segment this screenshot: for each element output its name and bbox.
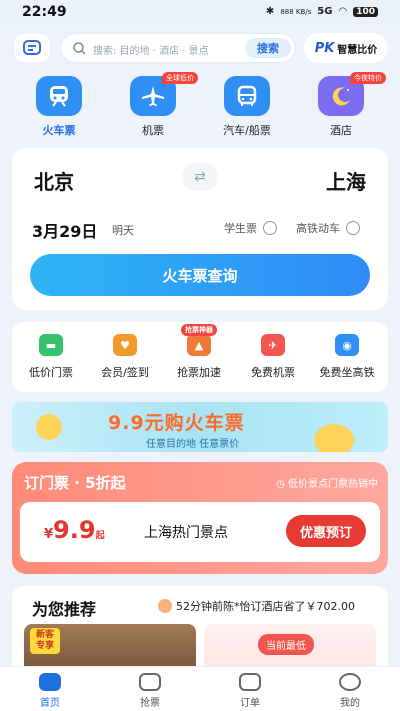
from-city[interactable]: 北京 (34, 166, 74, 195)
status-icons: ✱ 888 KB/s 5G ◠ 100 (266, 6, 378, 17)
train-query-button[interactable]: 火车票查询 (30, 254, 370, 296)
nav-home-label: 首页 (40, 698, 60, 709)
pk-logo: PK (314, 40, 335, 56)
nav-home[interactable]: 首页 (0, 673, 100, 709)
student-ticket-box (263, 221, 277, 235)
rail-icon: ◉ (335, 334, 359, 356)
highspeed-label: 高铁动车 (296, 222, 340, 235)
ticket-price: ¥9.9起 (44, 516, 105, 544)
service-badge: 抢票神器 (181, 324, 217, 336)
price-value: 9.9 (53, 516, 96, 544)
search-placeholder: 搜索: 目的地 · 酒店 · 景点 (93, 46, 209, 57)
smile-icon (36, 414, 62, 440)
lowest-price-tag: 当前最低 (258, 634, 314, 655)
tab-flight-badge: 全球低价 (162, 72, 198, 84)
bluetooth-icon: ✱ (265, 6, 275, 17)
nav-orders-label: 订单 (240, 698, 260, 709)
profile-icon (339, 673, 361, 691)
status-bar: 22:49 ✱ 888 KB/s 5G ◠ 100 (0, 0, 400, 26)
network-type: 5G (317, 6, 333, 17)
tab-bus-ship-label: 汽车/船票 (223, 124, 271, 137)
services-row: ▬ 低价门票 ♥ 会员/签到 ▲ 抢票神器 抢票加速 ✈ 免费机票 ◉ 免费坐高铁 (12, 322, 388, 392)
nav-grab-label: 抢票 (140, 698, 160, 709)
search-button[interactable]: 搜索 (245, 38, 291, 58)
smile-mascot-icon (314, 424, 354, 452)
tab-flight-label: 机票 (142, 124, 164, 137)
tab-hotel[interactable]: 今夜特价 酒店 (306, 72, 386, 138)
ticket-speed-icon: ▲ 抢票神器 (181, 324, 217, 356)
swap-icon: ⇄ (194, 169, 206, 185)
chat-icon (23, 40, 41, 55)
ticket-icon: ▬ (39, 334, 63, 356)
train-booking-card: 北京 ⇄ 上海 3月29日 明天 学生票 高铁动车 火车票查询 (12, 148, 388, 310)
tab-hotel-label: 酒店 (330, 124, 352, 137)
tab-train[interactable]: 火车票 (24, 76, 94, 138)
departure-date[interactable]: 3月29日 (32, 218, 97, 242)
service-label: 免费坐高铁 (319, 366, 375, 379)
recommend-notice-text: 52分钟前陈*怡订酒店省了￥702.00 (176, 600, 355, 613)
service-label: 免费机票 (251, 366, 295, 379)
service-cheap-tickets[interactable]: ▬ 低价门票 (16, 330, 86, 380)
lightning-icon (139, 673, 161, 691)
swap-cities-button[interactable]: ⇄ (182, 163, 218, 191)
tab-hotel-badge: 今夜特价 (350, 72, 386, 84)
price-currency: ¥ (44, 527, 54, 542)
price-compare-button[interactable]: PK 智慧比价 (304, 33, 388, 63)
price-suffix: 起 (95, 531, 105, 541)
highspeed-box (346, 221, 360, 235)
service-grab-ticket[interactable]: ▲ 抢票神器 抢票加速 (164, 324, 234, 380)
bus-icon (224, 76, 270, 116)
nav-orders[interactable]: 订单 (200, 673, 300, 709)
departure-day: 明天 (112, 224, 134, 237)
status-time: 22:49 (22, 4, 67, 20)
ticket-hot-label: 低价景点门票热销中 (288, 479, 378, 490)
promo-banner[interactable]: 9.9元购火车票 任意目的地 任意票价 (12, 402, 388, 452)
battery-indicator: 100 (353, 6, 378, 17)
nav-mine[interactable]: 我的 (300, 673, 400, 709)
tab-flight[interactable]: 全球低价 机票 (118, 72, 198, 138)
service-free-rail[interactable]: ◉ 免费坐高铁 (312, 330, 382, 380)
student-ticket-label: 学生票 (224, 222, 257, 235)
network-speed: 888 KB/s (280, 7, 312, 16)
bottom-nav: 首页 抢票 订单 我的 (0, 666, 400, 711)
tab-bus-ship[interactable]: 汽车/船票 (212, 76, 282, 138)
train-icon (36, 76, 82, 116)
service-label: 低价门票 (29, 366, 73, 379)
ticket-hot-text: ◷ 低价景点门票热销中 (276, 475, 378, 490)
book-discount-button[interactable]: 优惠预订 (286, 515, 366, 547)
nav-mine-label: 我的 (340, 698, 360, 709)
search-bar[interactable]: 搜索: 目的地 · 酒店 · 景点 搜索 (60, 33, 296, 63)
banner-subtitle: 任意目的地 任意票价 (146, 439, 240, 450)
attraction-ticket-card[interactable]: 订门票 · 5折起 ◷ 低价景点门票热销中 ¥9.9起 上海热门景点 优惠预订 (12, 462, 388, 574)
ticket-place: 上海热门景点 (144, 525, 228, 541)
order-icon (239, 673, 261, 691)
plane-icon: ✈ (261, 334, 285, 356)
banner-title: 9.9元购火车票 (108, 412, 245, 434)
price-compare-label: 智慧比价 (337, 44, 378, 56)
plane-icon: 全球低价 (130, 72, 198, 116)
nav-grab[interactable]: 抢票 (100, 673, 200, 709)
home-icon (39, 673, 61, 691)
student-ticket-checkbox[interactable]: 学生票 (224, 220, 277, 236)
service-free-flight[interactable]: ✈ 免费机票 (238, 330, 308, 380)
service-label: 会员/签到 (101, 366, 149, 379)
clock-icon: ◷ (276, 479, 288, 490)
message-button[interactable] (14, 34, 50, 62)
new-customer-tag: 新客专享 (30, 628, 60, 654)
to-city[interactable]: 上海 (326, 166, 366, 195)
tab-train-label: 火车票 (42, 124, 76, 137)
search-icon (73, 42, 86, 55)
ticket-title: 订门票 · 5折起 (24, 474, 126, 492)
wifi-icon: ◠ (338, 6, 348, 17)
recommend-notice: 52分钟前陈*怡订酒店省了￥702.00 (158, 598, 355, 614)
avatar (158, 599, 172, 613)
ticket-inner: ¥9.9起 上海热门景点 优惠预订 (20, 502, 380, 562)
recommend-title: 为您推荐 (32, 600, 97, 619)
highspeed-checkbox[interactable]: 高铁动车 (296, 220, 360, 236)
moon-icon: 今夜特价 (318, 72, 386, 116)
service-member[interactable]: ♥ 会员/签到 (90, 330, 160, 380)
heart-icon: ♥ (113, 334, 137, 356)
service-label: 抢票加速 (177, 366, 221, 379)
